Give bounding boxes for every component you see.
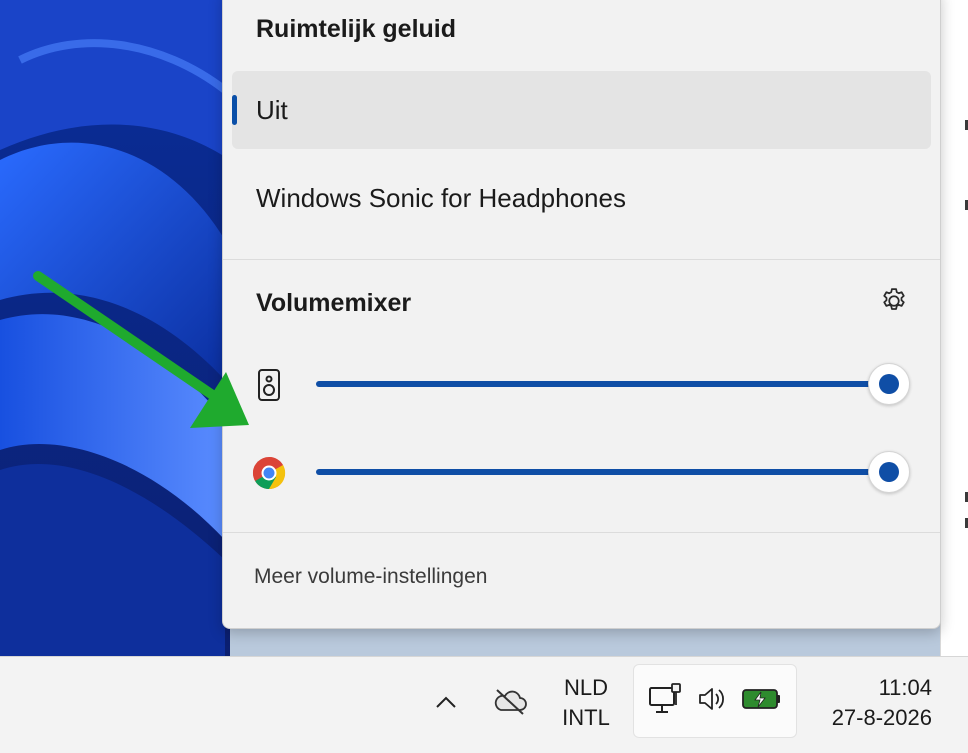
gear-icon[interactable]: [879, 286, 909, 316]
chevron-up-icon[interactable]: [428, 679, 464, 725]
more-volume-settings-link[interactable]: Meer volume-instellingen: [254, 565, 487, 589]
selection-indicator: [232, 95, 237, 125]
clock-date: 27-8-2026: [831, 705, 932, 730]
chrome-icon: [251, 455, 287, 491]
spatial-sound-title: Ruimtelijk geluid: [256, 15, 457, 43]
spatial-option-off[interactable]: Uit: [232, 71, 931, 149]
option-label: Windows Sonic for Headphones: [256, 182, 626, 213]
volume-slider-track[interactable]: [316, 469, 886, 475]
network-wired-icon: [647, 681, 683, 722]
spatial-option-windows-sonic[interactable]: Windows Sonic for Headphones: [232, 159, 931, 237]
language-code: NLD: [563, 675, 608, 700]
cloud-offline-icon[interactable]: [490, 681, 530, 721]
input-language-indicator[interactable]: NLD INTL: [555, 671, 617, 735]
clock-time: 11:04: [878, 675, 932, 700]
speaker-device-icon: [251, 367, 287, 403]
volume-slider-thumb[interactable]: [868, 451, 910, 493]
keyboard-layout: INTL: [562, 705, 610, 730]
volume-mixer-title: Volumemixer: [256, 289, 412, 317]
volume-slider-thumb[interactable]: [868, 363, 910, 405]
quick-settings-button[interactable]: [633, 664, 797, 738]
battery-charging-icon: [741, 684, 783, 719]
divider: [223, 532, 940, 533]
volume-row-chrome: [223, 443, 940, 503]
volume-icon: [694, 681, 730, 722]
divider: [223, 259, 940, 260]
taskbar: NLD INTL 11:04 27-8-2026: [0, 656, 968, 753]
background-window-edge: [940, 0, 968, 656]
volume-slider-track[interactable]: [316, 381, 886, 387]
sound-output-flyout: Ruimtelijk geluid Uit Windows Sonic for …: [222, 0, 941, 629]
clock[interactable]: 11:04 27-8-2026: [808, 671, 932, 735]
volume-row-speakers: [223, 355, 940, 415]
option-label: Uit: [256, 94, 288, 125]
